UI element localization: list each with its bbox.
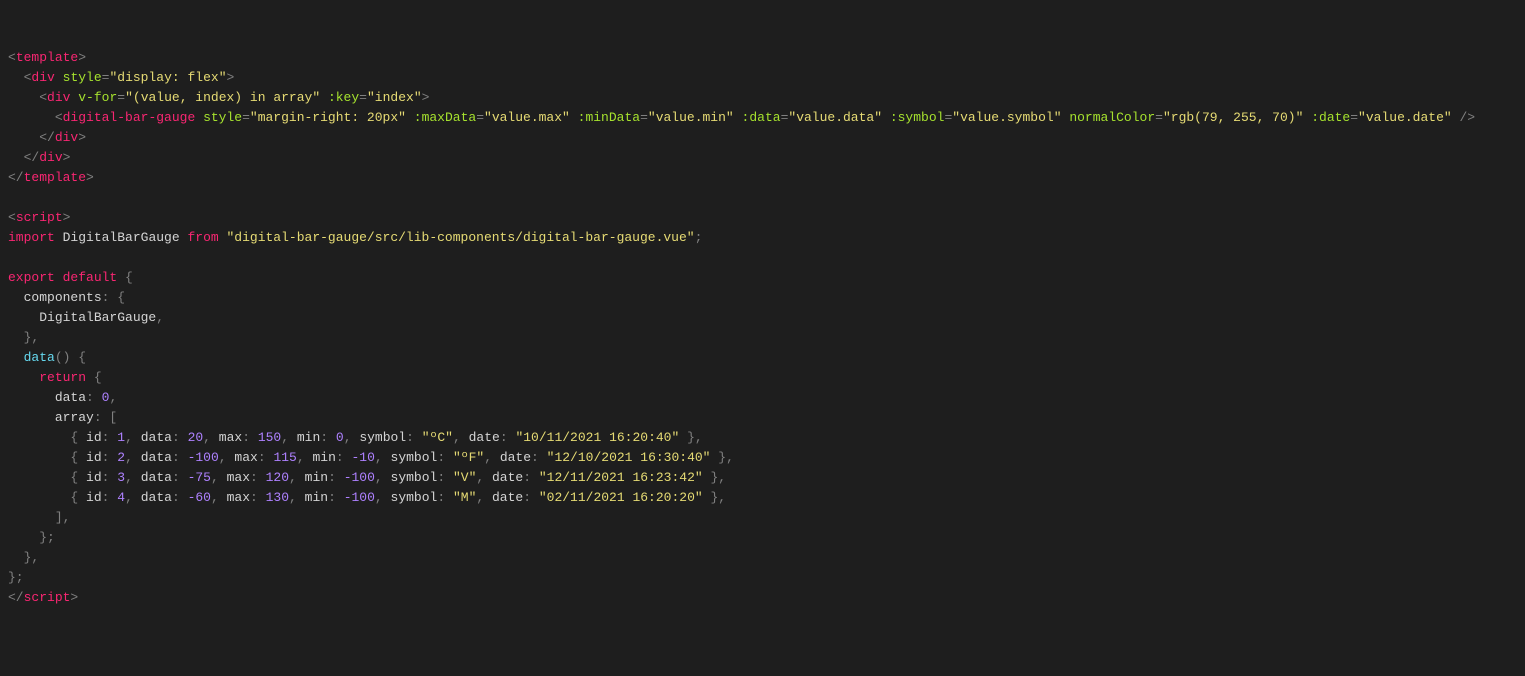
code-line: }, bbox=[8, 328, 1517, 348]
code-line: { id: 4, data: -60, max: 130, min: -100,… bbox=[8, 488, 1517, 508]
code-line: import DigitalBarGauge from "digital-bar… bbox=[8, 228, 1517, 248]
code-line bbox=[8, 248, 1517, 268]
code-line: }, bbox=[8, 548, 1517, 568]
code-block: <template> <div style="display: flex"> <… bbox=[8, 48, 1517, 608]
code-line: DigitalBarGauge, bbox=[8, 308, 1517, 328]
code-line: }; bbox=[8, 528, 1517, 548]
code-line: { id: 1, data: 20, max: 150, min: 0, sym… bbox=[8, 428, 1517, 448]
code-line: export default { bbox=[8, 268, 1517, 288]
code-line: <script> bbox=[8, 208, 1517, 228]
code-line: <template> bbox=[8, 48, 1517, 68]
code-line: { id: 2, data: -100, max: 115, min: -10,… bbox=[8, 448, 1517, 468]
code-line: { id: 3, data: -75, max: 120, min: -100,… bbox=[8, 468, 1517, 488]
code-line: ], bbox=[8, 508, 1517, 528]
code-line: data() { bbox=[8, 348, 1517, 368]
code-line: </div> bbox=[8, 128, 1517, 148]
code-line: <digital-bar-gauge style="margin-right: … bbox=[8, 108, 1517, 128]
code-line: <div style="display: flex"> bbox=[8, 68, 1517, 88]
code-line: <div v-for="(value, index) in array" :ke… bbox=[8, 88, 1517, 108]
code-line: components: { bbox=[8, 288, 1517, 308]
code-line: return { bbox=[8, 368, 1517, 388]
code-line: array: [ bbox=[8, 408, 1517, 428]
code-line: data: 0, bbox=[8, 388, 1517, 408]
code-line: </div> bbox=[8, 148, 1517, 168]
code-line: </script> bbox=[8, 588, 1517, 608]
code-line: </template> bbox=[8, 168, 1517, 188]
code-line: }; bbox=[8, 568, 1517, 588]
code-line bbox=[8, 188, 1517, 208]
